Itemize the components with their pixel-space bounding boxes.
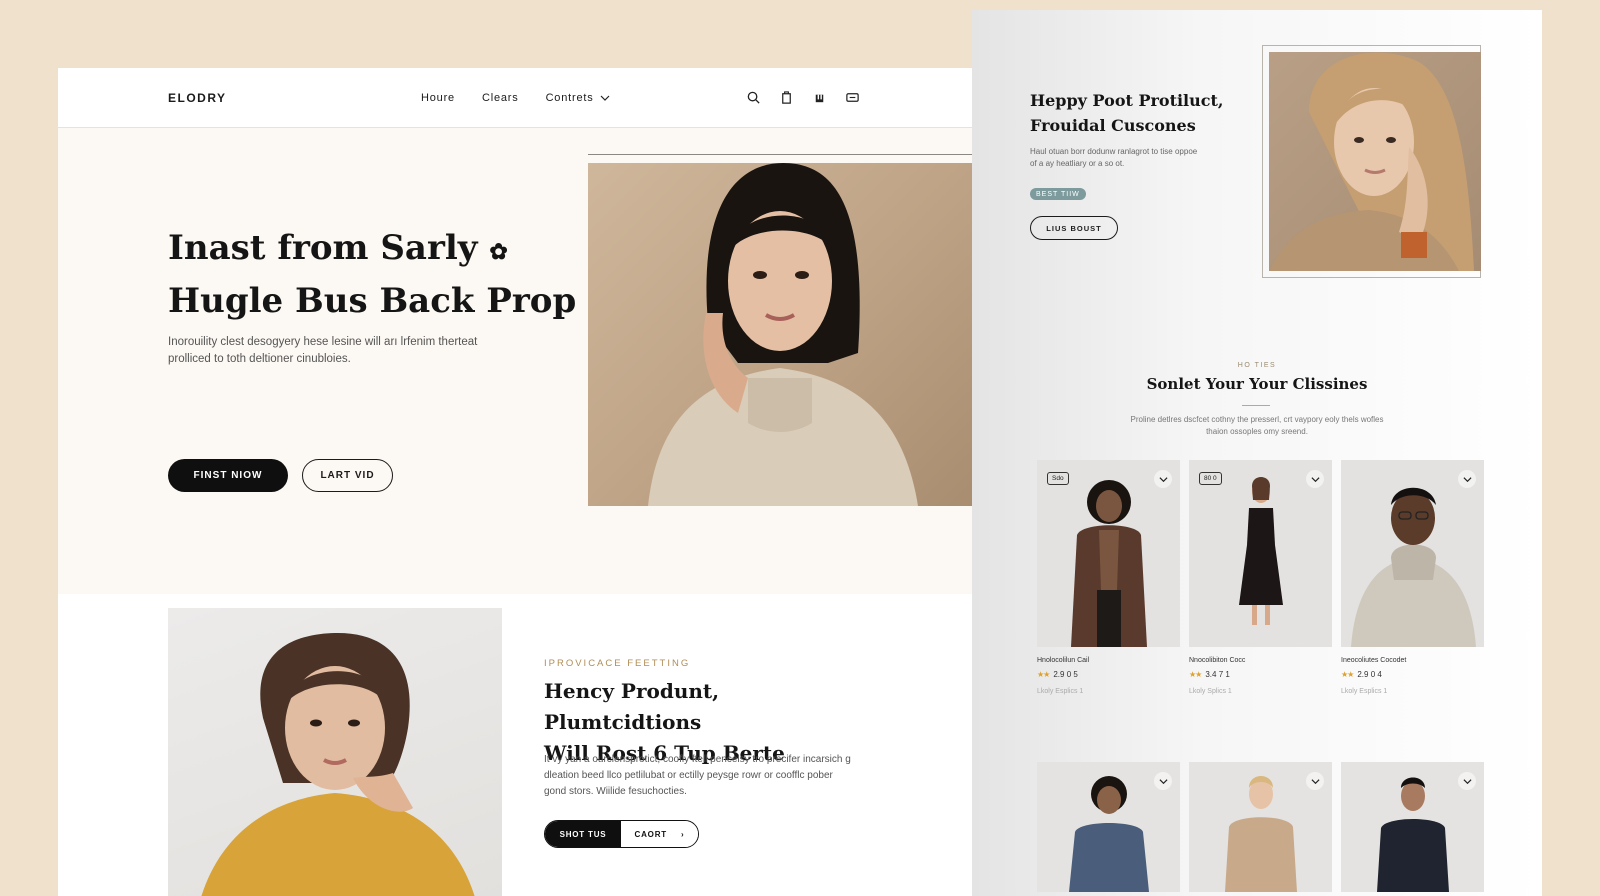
product-name: Nnocolibiton Cocc (1189, 657, 1246, 664)
product-name: Hnolocolilun Cail (1037, 657, 1090, 664)
hero-divider (588, 154, 972, 155)
nav-link-home[interactable]: Houre (421, 92, 455, 104)
shop-this-button[interactable]: SHOT TUS (545, 821, 621, 847)
chevron-down-icon[interactable] (1306, 772, 1324, 790)
product-meta: Lkoly Splics 1 (1189, 688, 1232, 695)
product-image (1037, 762, 1180, 892)
promo-title: Heppy Poot Protiluct, Frouidal Cuscones (1030, 91, 1224, 135)
section-title: Sonlet Your Your Clissines (1146, 375, 1368, 393)
product-image (1341, 460, 1484, 647)
chevron-down-icon[interactable] (1154, 772, 1172, 790)
feature-eyebrow: IPROVICACE FEETTING (544, 658, 691, 669)
product-image (1189, 762, 1332, 892)
cart-icon[interactable] (845, 90, 860, 105)
cart-button[interactable]: CAORT › (621, 821, 698, 847)
product-image (1341, 762, 1484, 892)
landing-page-right: Heppy Poot Protiluct, Frouidal Cuscones … (972, 10, 1542, 896)
promo-model-illustration (1269, 52, 1474, 271)
product-figure (1071, 480, 1147, 647)
product-tag: 80 0 (1199, 472, 1222, 485)
feature-description: It vy yan a ourclensprotict, coofly ftel… (544, 754, 851, 797)
product-meta: Lkoly Esplics 1 (1341, 688, 1388, 695)
product-tag: Sdo (1047, 472, 1069, 485)
nav-link-contrets[interactable]: Contrets (546, 92, 610, 104)
chevron-down-icon[interactable] (1458, 470, 1476, 488)
nav-link-clears[interactable]: Clears (482, 92, 519, 104)
product-rating: ★★ 2.9 0 5 (1037, 670, 1078, 679)
promo-badge: BEST TIIW (1030, 188, 1086, 200)
promo-model-photo (1269, 52, 1481, 271)
account-icon[interactable] (812, 90, 827, 105)
chevron-down-icon[interactable] (1154, 470, 1172, 488)
landing-page-left: ΕLODRY Houre Clears Contrets Inast from … (58, 68, 972, 896)
product-card[interactable]: Sdo Hnolocolilun Cail ★★ 2.9 0 5 Lkoly E… (1037, 460, 1180, 695)
product-card[interactable] (1341, 762, 1484, 892)
star-rating-icon: ★★ (1189, 670, 1202, 679)
feature-model-photo (168, 608, 502, 896)
promo-button[interactable]: LIUS BOUST (1030, 216, 1118, 240)
top-navigation: ΕLODRY Houre Clears Contrets (58, 68, 972, 128)
chevron-right-icon: › (680, 829, 685, 839)
feature-model-illustration (201, 633, 475, 896)
product-rating: ★★ 3.4 7 1 (1189, 670, 1230, 679)
product-image: 80 0 (1189, 460, 1332, 647)
chevron-down-icon[interactable] (1458, 772, 1476, 790)
promo-description: Haul otuan borr dodunw ranlagrot to tise… (1030, 147, 1198, 168)
hero-title: Inast from Sarly ✿ Hugle Bus Back Prop (168, 228, 577, 321)
section-description: Proline detlres dscfcet cothny the press… (1130, 415, 1384, 436)
hero-model-photo (588, 163, 972, 506)
star-rating-icon: ★★ (1341, 670, 1354, 679)
hero-description: Inorouility clest desogyery hese lesine … (168, 336, 478, 365)
sparkle-icon: ✿ (489, 239, 508, 265)
brand-logo[interactable]: ΕLODRY (168, 91, 227, 105)
learn-more-button[interactable]: LART VID (302, 459, 393, 492)
bag-icon[interactable] (779, 90, 794, 105)
feature-split-button: SHOT TUS CAORT › (544, 820, 699, 848)
product-rating: ★★ 2.9 0 4 (1341, 670, 1382, 679)
nav-links: Houre Clears Contrets (421, 92, 610, 104)
chevron-down-icon[interactable] (1306, 470, 1324, 488)
hero-model-illustration (648, 163, 918, 506)
product-figure (1239, 477, 1283, 625)
product-meta: Lkoly Esplics 1 (1037, 688, 1084, 695)
search-icon[interactable] (746, 90, 761, 105)
product-card[interactable] (1037, 762, 1180, 892)
section-eyebrow: HO TIES (1237, 362, 1277, 369)
chevron-down-icon (600, 95, 609, 101)
product-card[interactable]: Ineocoliutes Cocodet ★★ 2.9 0 4 Lkoly Es… (1341, 460, 1484, 695)
hero-section: Inast from Sarly ✿ Hugle Bus Back Prop I… (58, 128, 972, 594)
section-divider (1242, 405, 1270, 406)
star-rating-icon: ★★ (1037, 670, 1050, 679)
shop-now-button[interactable]: FINST NIOW (168, 459, 288, 492)
product-figure (1351, 487, 1476, 647)
product-card[interactable] (1189, 762, 1332, 892)
product-card[interactable]: 80 0 Nnocolibiton Cocc ★★ 3.4 7 1 Lkoly … (1189, 460, 1332, 695)
product-image: Sdo (1037, 460, 1180, 647)
nav-icons (746, 90, 860, 105)
product-name: Ineocoliutes Cocodet (1341, 657, 1407, 664)
